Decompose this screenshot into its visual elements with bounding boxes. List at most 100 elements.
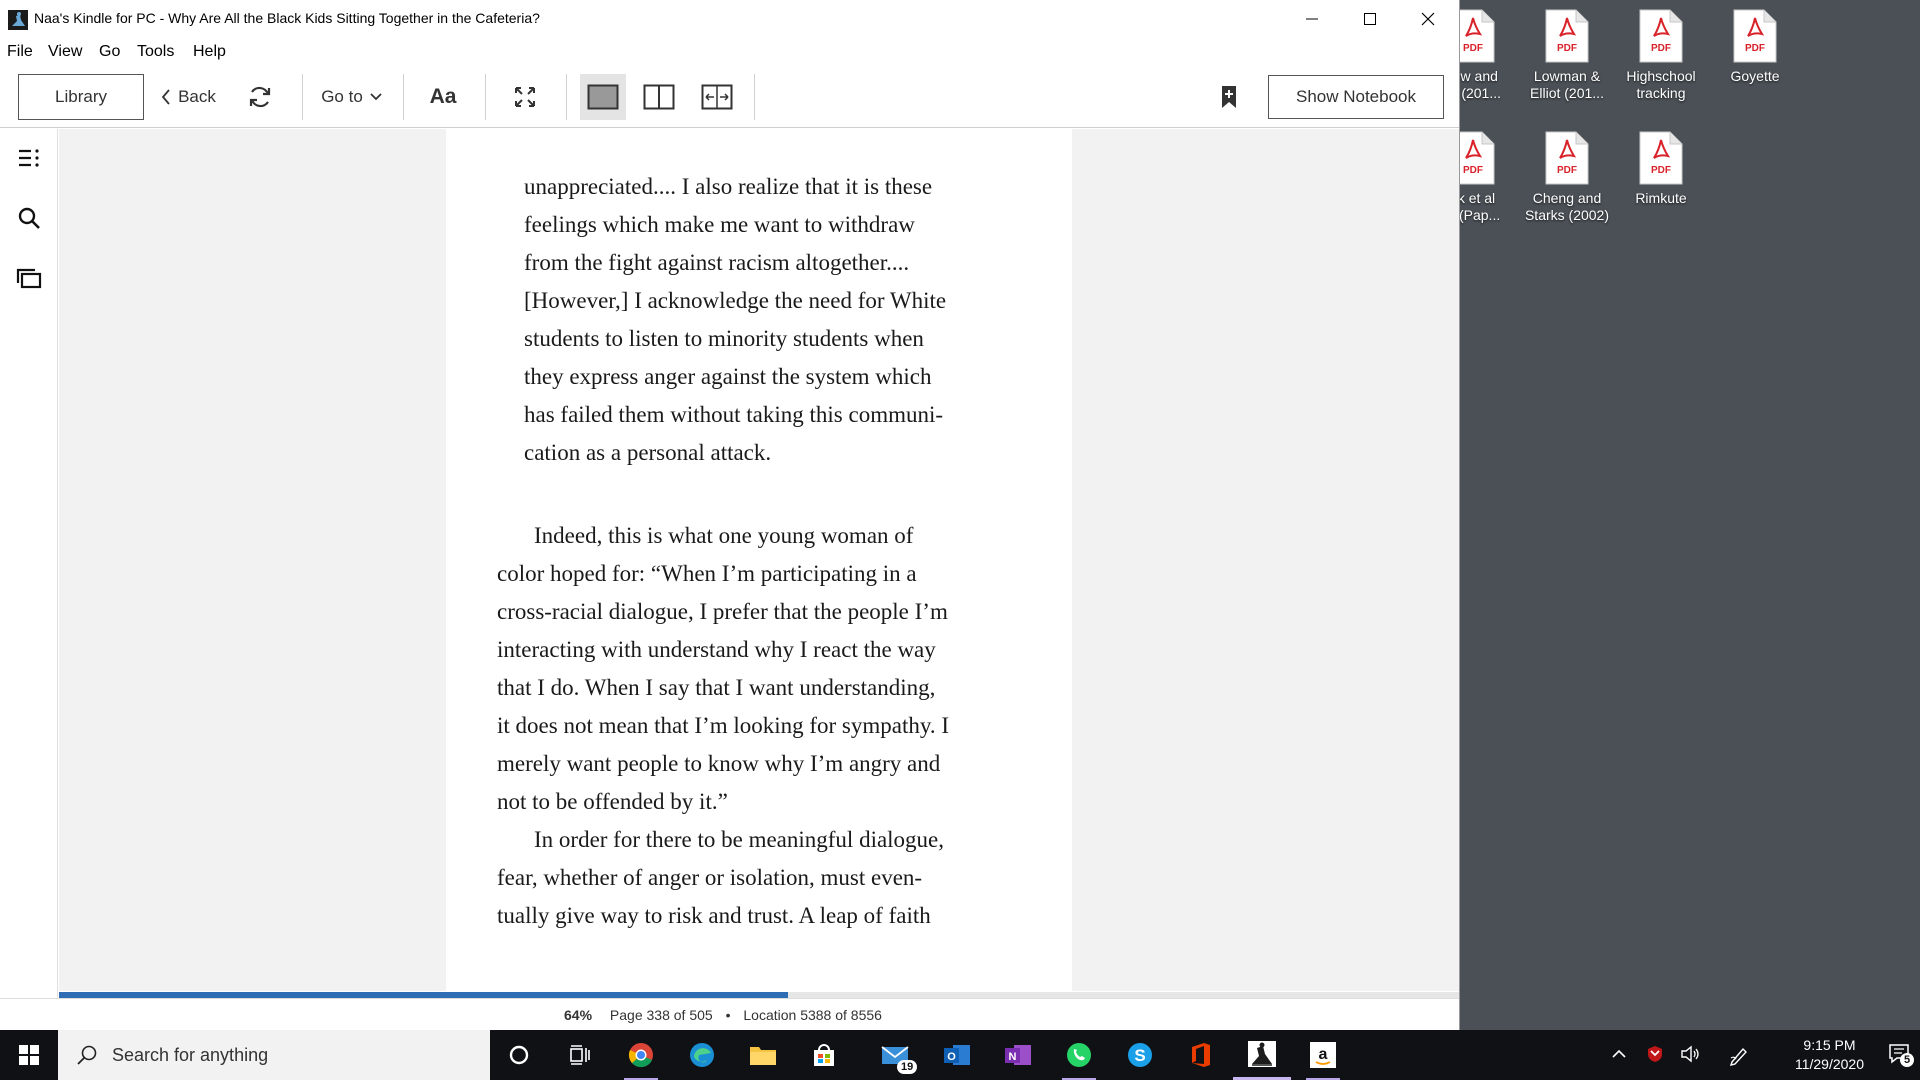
body-line: In order for there to be meaningful dial… (534, 827, 945, 852)
menu-bar: File View Go Tools Help (0, 40, 1459, 64)
action-center-button[interactable]: 5 (1888, 1043, 1915, 1068)
block-quote: unappreciated.... I also realize that it… (524, 168, 1024, 472)
show-hidden-icons-button[interactable] (1610, 1045, 1628, 1066)
clock[interactable]: 9:15 PM 11/29/2020 (1795, 1036, 1864, 1074)
pdf-badge: PDF (1557, 165, 1577, 176)
desktop-pdf-file[interactable]: PDF Cheng and Starks (2002) (1521, 130, 1613, 224)
taskbar-search-box[interactable]: Search for anything (58, 1030, 490, 1080)
outlook-app[interactable]: O (928, 1030, 986, 1080)
search-icon (77, 1045, 97, 1065)
bookmark-button[interactable] (1212, 74, 1246, 120)
pdf-file-icon: PDF (1544, 8, 1590, 64)
pdf-file-icon: PDF (1544, 130, 1590, 186)
quote-line: [However,] I acknowledge the need for Wh… (524, 288, 947, 313)
mcafee-tray[interactable] (1645, 1044, 1665, 1067)
show-notebook-button[interactable]: Show Notebook (1268, 75, 1444, 119)
outlook-icon: O (944, 1045, 970, 1065)
desktop-pdf-file[interactable]: PDF Lowman & Elliot (201... (1521, 8, 1613, 102)
date: 11/29/2020 (1794, 1056, 1864, 1072)
pen-icon (1729, 1047, 1747, 1066)
taskbar: Search for anything 19 O N S a 9:15 PM 1… (0, 1030, 1920, 1080)
menu-go[interactable]: Go (99, 43, 120, 61)
font-settings-button[interactable]: Aa (418, 74, 468, 120)
window-title: Naa's Kindle for PC - Why Are All the Bl… (34, 10, 540, 26)
fullscreen-icon (515, 87, 535, 107)
body-line: interacting with understand why I react … (497, 637, 936, 662)
whatsapp-app[interactable] (1050, 1030, 1108, 1080)
body-line: Indeed, this is what one young woman of (534, 523, 914, 548)
two-column-view-button[interactable] (636, 74, 682, 120)
start-button[interactable] (0, 1030, 58, 1080)
fullscreen-button[interactable] (508, 74, 542, 120)
status-footer: 64% Page 338 of 505 • Location 5388 of 8… (0, 998, 1459, 1030)
pdf-file-icon: PDF (1638, 8, 1684, 64)
sync-icon (249, 86, 271, 108)
skype-icon: S (1128, 1043, 1152, 1067)
menu-file[interactable]: File (7, 43, 33, 61)
cortana-button[interactable] (490, 1030, 548, 1080)
single-page-icon (587, 84, 619, 110)
pdf-badge: PDF (1557, 43, 1577, 54)
pdf-badge: PDF (1651, 43, 1671, 54)
table-of-contents-button[interactable] (14, 143, 44, 173)
time: 9:15 PM (1803, 1037, 1856, 1053)
file-explorer-app[interactable] (734, 1030, 792, 1080)
task-view-button[interactable] (551, 1030, 609, 1080)
cards-icon (16, 268, 42, 289)
menu-view[interactable]: View (48, 43, 82, 61)
toolbar-separator (485, 74, 486, 120)
search-button[interactable] (14, 203, 44, 233)
desktop-pdf-file[interactable]: PDF Goyette (1709, 8, 1801, 85)
quote-line: feelings which make me want to withdraw (524, 212, 915, 237)
title-bar[interactable]: Naa's Kindle for PC - Why Are All the Bl… (0, 0, 1459, 38)
skype-app[interactable]: S (1111, 1030, 1169, 1080)
single-column-view-button[interactable] (580, 74, 626, 120)
separator-dot: • (725, 1007, 731, 1023)
quote-line: unappreciated.... I also realize that it… (524, 174, 933, 199)
close-button[interactable] (1399, 0, 1457, 38)
quote-line: students to listen to minority students … (524, 326, 924, 351)
edge-app[interactable] (673, 1030, 731, 1080)
kindle-app-icon (8, 10, 28, 30)
toc-icon (19, 149, 39, 167)
back-button[interactable]: Back (156, 74, 220, 120)
maximize-button[interactable] (1341, 0, 1399, 38)
kindle-icon (1248, 1040, 1276, 1067)
close-icon (1421, 12, 1435, 26)
desktop-file-label: Highschool tracking (1626, 68, 1696, 101)
toolbar: Library Back Go to Aa Show Notebook (0, 66, 1459, 128)
sync-button[interactable] (240, 74, 280, 120)
quote-line: has failed them without taking this comm… (524, 402, 944, 427)
search-placeholder: Search for anything (112, 1044, 269, 1065)
desktop-file-label: Cheng and Starks (2002) (1524, 190, 1610, 223)
onenote-app[interactable]: N (989, 1030, 1047, 1080)
system-tray: 9:15 PM 11/29/2020 5 (1600, 1030, 1920, 1080)
svg-text:N: N (1009, 1051, 1017, 1063)
office-icon (1192, 1043, 1210, 1067)
mail-app[interactable]: 19 (867, 1030, 925, 1080)
kindle-app[interactable] (1233, 1030, 1291, 1080)
volume-button[interactable] (1680, 1044, 1702, 1067)
library-button[interactable]: Library (18, 74, 144, 120)
store-app[interactable] (795, 1030, 853, 1080)
chevron-up-icon (1612, 1049, 1626, 1058)
notification-count: 5 (1900, 1053, 1915, 1067)
desktop-pdf-file[interactable]: PDF Rimkute (1615, 130, 1707, 207)
menu-tools[interactable]: Tools (137, 43, 174, 61)
pen-workspace-button[interactable] (1728, 1044, 1750, 1069)
chrome-app[interactable] (612, 1030, 670, 1080)
pdf-badge: PDF (1651, 165, 1671, 176)
body-line: tually give way to risk and trust. A lea… (497, 903, 931, 928)
desktop-file-label: Rimkute (1635, 190, 1687, 206)
minimize-button[interactable] (1283, 0, 1341, 38)
flashcards-button[interactable] (14, 263, 44, 293)
body-line: not to be offended by it.” (497, 789, 728, 814)
goto-dropdown[interactable]: Go to (312, 74, 392, 120)
desktop-pdf-file[interactable]: PDF Highschool tracking (1615, 8, 1707, 102)
amazon-app[interactable]: a (1294, 1030, 1352, 1080)
office-app[interactable] (1172, 1030, 1230, 1080)
fit-width-view-button[interactable] (694, 74, 740, 120)
menu-help[interactable]: Help (193, 43, 226, 61)
desktop-file-label: Goyette (1730, 68, 1780, 84)
pdf-file-icon: PDF (1732, 8, 1778, 64)
